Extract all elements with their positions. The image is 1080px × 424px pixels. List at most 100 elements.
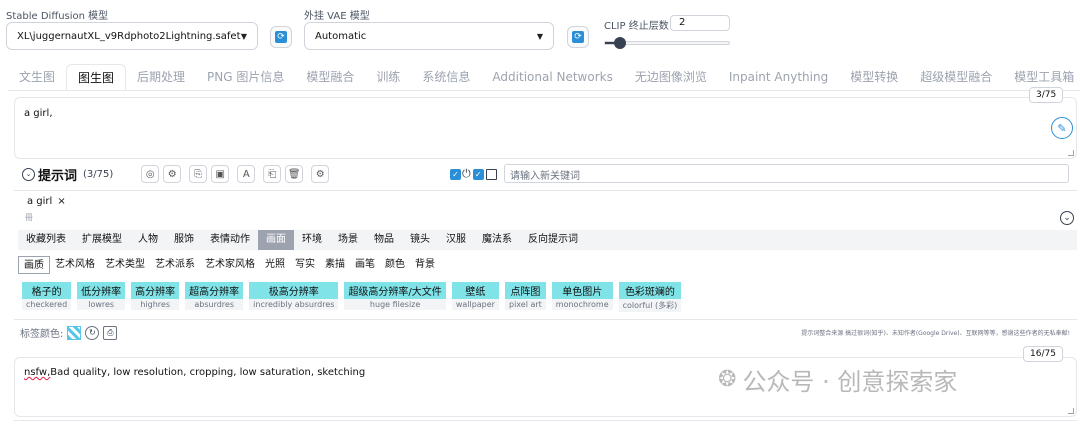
subcategory-9[interactable]: 颜色 [380, 256, 410, 274]
tag-option-zh: 极高分辨率 [249, 282, 339, 299]
tag-option-zh: 低分辨率 [77, 282, 126, 299]
tag-option-en: colorful (多彩) [622, 301, 678, 310]
subcategory-1[interactable]: 艺术风格 [50, 256, 100, 274]
tag-option-en: incredibly absurdres [253, 300, 335, 309]
tab-6[interactable]: 系统信息 [411, 64, 481, 90]
tab-10[interactable]: 模型转换 [839, 64, 909, 90]
vae-select[interactable]: Automatic ▼ [304, 22, 554, 50]
subcategory-0[interactable]: 画质 [18, 255, 50, 274]
refresh-icon: ⟳ [572, 31, 584, 43]
tag-option[interactable]: 高分辨率 highres [131, 282, 180, 310]
refresh-vae-button[interactable]: ⟳ [567, 26, 589, 48]
tag-option[interactable]: 点阵图 pixel art [504, 282, 546, 310]
tag-area: a girl × 冊 [14, 190, 1077, 227]
subcategory-6[interactable]: 写实 [290, 256, 320, 274]
subcategory-tabs: 画质 艺术风格 艺术类型 艺术派系 艺术家风格 光照 写实 素描 画笔 颜色 背景 [18, 255, 440, 274]
color-row: 标签颜色: ↻ ⎙ [20, 325, 118, 340]
category-7[interactable]: 场景 [330, 230, 366, 250]
paste-icon[interactable]: ⎗ [263, 165, 282, 183]
tab-4[interactable]: 模型融合 [295, 64, 365, 90]
prompt-box[interactable]: a girl, [14, 97, 1077, 159]
tag-option[interactable]: 格子的 checkered [22, 282, 72, 310]
category-8[interactable]: 物品 [366, 230, 402, 250]
tag-option[interactable]: 低分辨率 lowres [77, 282, 126, 310]
category-10[interactable]: 汉服 [438, 230, 474, 250]
category-9[interactable]: 镜头 [402, 230, 438, 250]
tag-option[interactable]: 超高分辨率 absurdres [185, 282, 244, 310]
tag-option-zh: 单色图片 [551, 282, 613, 299]
subcategory-2[interactable]: 艺术类型 [100, 256, 150, 274]
vae-label: 外挂 VAE 模型 [304, 11, 370, 22]
tab-8[interactable]: 无边图像浏览 [624, 64, 718, 90]
globe-icon[interactable]: ◎ [141, 165, 160, 183]
tab-0[interactable]: 文生图 [8, 64, 66, 90]
checkbox-1[interactable]: ✓ [450, 168, 461, 180]
tab-1[interactable]: 图生图 [66, 64, 127, 90]
tab-7[interactable]: Additional Networks [481, 64, 623, 90]
tab-list: 文生图 图生图 后期处理 PNG 图片信息 模型融合 训练 系统信息 Additional N… [8, 64, 1080, 90]
category-3[interactable]: 服饰 [166, 230, 202, 250]
tag-option[interactable]: 单色图片 monochrome [551, 282, 613, 310]
tag-option[interactable]: 极高分辨率 incredibly absurdres [249, 282, 339, 310]
tag-option[interactable]: 壁纸 wallpaper [451, 282, 499, 310]
checkbox-2[interactable]: ✓ [472, 168, 484, 180]
tag-option-en: absurdres [194, 300, 234, 309]
keyword-input[interactable]: 请输入新关键词 [504, 164, 1069, 183]
magic-wand-button[interactable]: ✎ [1051, 117, 1073, 139]
wechat-icon: ❂ [718, 367, 737, 392]
expand-circle-icon[interactable]: ⌄ [1060, 211, 1074, 225]
power-icon[interactable]: ⏻ [462, 167, 471, 181]
watermark-text: 公众号 · 创意探索家 [742, 368, 958, 396]
negative-prompt-prefix: nsfw, [24, 367, 51, 378]
category-2[interactable]: 人物 [130, 230, 166, 250]
tag-option[interactable]: 色彩斑斓的 colorful (多彩) [618, 282, 682, 312]
print-icon[interactable]: ⎙ [103, 325, 118, 340]
tag-option-en: huge filesize [369, 300, 421, 309]
tag-option-en: monochrome [555, 300, 609, 309]
tab-2[interactable]: 后期处理 [126, 64, 196, 90]
color-swatch-icon[interactable] [67, 325, 82, 340]
color-label: 标签颜色: [20, 329, 64, 340]
category-1[interactable]: 扩展模型 [74, 230, 130, 250]
tab-3[interactable]: PNG 图片信息 [196, 64, 295, 90]
category-12[interactable]: 反向提示词 [520, 230, 586, 250]
tag-option[interactable]: 超级高分辨率/大文件 huge filesize [344, 282, 446, 310]
clip-slider-thumb[interactable] [614, 37, 626, 49]
gear-icon[interactable]: ⚙ [311, 165, 330, 183]
tag-chip-label: a girl [27, 196, 53, 207]
tab-9[interactable]: Inpaint Anything [718, 64, 839, 90]
category-0[interactable]: 收藏列表 [18, 230, 74, 250]
category-6[interactable]: 环境 [294, 230, 330, 250]
tab-11[interactable]: 超级模型融合 [909, 64, 1003, 90]
subcategory-5[interactable]: 光照 [260, 256, 290, 274]
subcategory-10[interactable]: 背景 [410, 256, 440, 274]
subcategory-4[interactable]: 艺术家风格 [200, 256, 260, 274]
subcategory-3[interactable]: 艺术派系 [150, 256, 200, 274]
category-4[interactable]: 表情动作 [202, 230, 258, 250]
tag-sub-label: 冊 [25, 213, 33, 222]
negative-prompt-counter: 16/75 [1023, 346, 1063, 362]
clip-number-input[interactable]: 2 [670, 15, 730, 31]
reset-icon[interactable]: ↻ [85, 325, 100, 340]
category-5[interactable]: 画面 [258, 230, 294, 250]
subcategory-8[interactable]: 画笔 [350, 256, 380, 274]
tag-option-en: checkered [26, 300, 68, 309]
collapse-circle-icon[interactable]: ⌄ [22, 167, 35, 181]
panel-icon[interactable] [485, 168, 497, 180]
resize-grip-icon[interactable] [1068, 150, 1074, 156]
tab-5[interactable]: 训练 [365, 64, 411, 90]
resize-grip-icon[interactable] [1068, 408, 1074, 414]
category-11[interactable]: 魔法系 [474, 230, 520, 250]
settings-icon[interactable]: ⚙ [163, 165, 182, 183]
sd-model-select[interactable]: XL\juggernautXL_v9Rdphoto2Lightning.safe… [6, 22, 258, 50]
tag-chip[interactable]: a girl × [27, 196, 66, 207]
trash-icon[interactable]: 🗑 [285, 165, 304, 183]
close-icon[interactable]: × [57, 196, 65, 207]
subcategory-7[interactable]: 素描 [320, 256, 350, 274]
refresh-sd-model-button[interactable]: ⟳ [270, 26, 292, 48]
sd-model-label: Stable Diffusion 模型 [6, 11, 109, 22]
translate-icon[interactable]: A [237, 165, 256, 183]
copy-icon[interactable]: ⎘ [189, 165, 208, 183]
bookmark-icon[interactable]: ▣ [211, 165, 230, 183]
sd-model-value: XL\juggernautXL_v9Rdphoto2Lightning.safe… [17, 30, 241, 42]
